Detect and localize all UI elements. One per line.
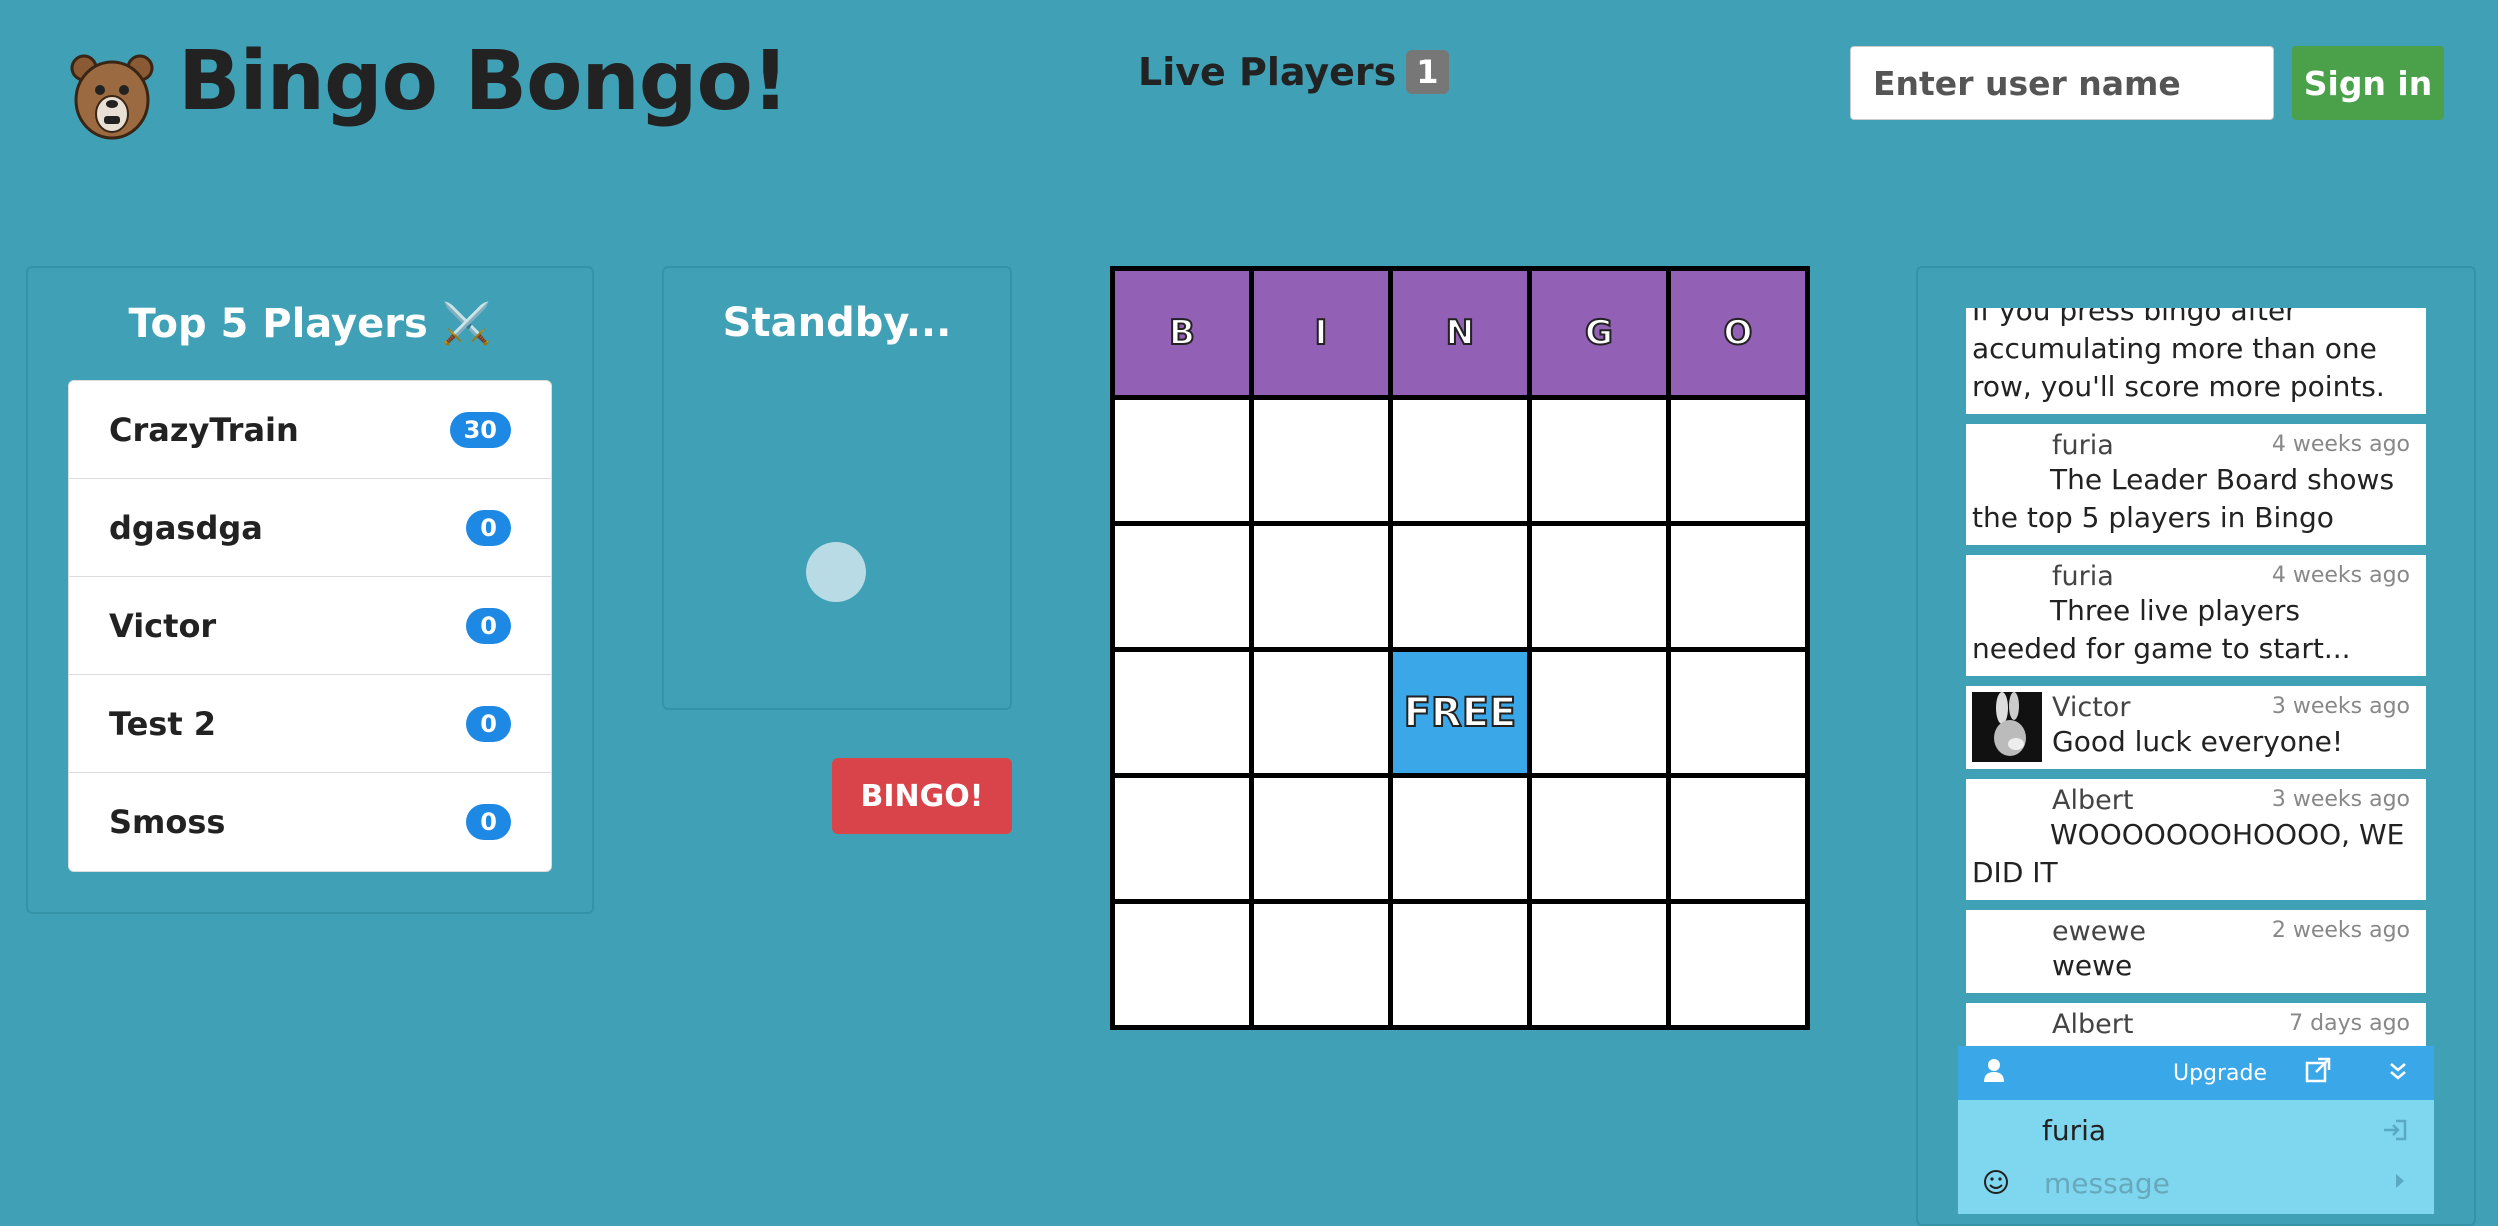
player-score-badge: 0 bbox=[466, 804, 511, 840]
upgrade-link[interactable]: Upgrade bbox=[2173, 1061, 2267, 1086]
player-name: Victor bbox=[109, 606, 217, 645]
chat-widget-header: Upgrade bbox=[1958, 1046, 2434, 1100]
chat-message: ewewe 2 weeks ago wewe bbox=[1966, 910, 2426, 993]
chat-message-text: The Leader Board shows the top 5 players… bbox=[1972, 463, 2395, 534]
brand-title: Bingo Bongo! bbox=[178, 34, 789, 129]
card-cell[interactable] bbox=[1115, 904, 1249, 1025]
username-input[interactable] bbox=[1850, 46, 2274, 120]
card-cell[interactable] bbox=[1115, 400, 1249, 521]
card-cell[interactable] bbox=[1671, 904, 1805, 1025]
bunny-avatar-icon bbox=[1972, 692, 2042, 762]
chat-message-time: 4 weeks ago bbox=[2271, 563, 2410, 588]
chat-message: Albert 7 days ago bbox=[1966, 1003, 2426, 1048]
external-link-icon[interactable] bbox=[2304, 1056, 2332, 1091]
chat-message-text: Three live players needed for game to st… bbox=[1972, 594, 2351, 665]
card-cell[interactable] bbox=[1532, 904, 1666, 1025]
chat-input-area: furia bbox=[1958, 1100, 2434, 1214]
card-free-cell: FREE bbox=[1393, 652, 1527, 773]
chat-message: furia 4 weeks ago The Leader Board shows… bbox=[1966, 424, 2426, 545]
standby-title: Standby... bbox=[722, 300, 952, 346]
leaderboard-list: CrazyTrain 30 dgasdga 0 Victor 0 Test 2 … bbox=[68, 380, 552, 872]
bingo-ball bbox=[806, 542, 866, 602]
chat-widget: Upgrade furia bbox=[1958, 1046, 2434, 1214]
card-header-b: B bbox=[1115, 271, 1249, 395]
live-players-count-badge: 1 bbox=[1406, 50, 1449, 94]
live-players-label: Live Players bbox=[1138, 50, 1397, 94]
leaderboard-row: CrazyTrain 30 bbox=[69, 381, 551, 479]
card-cell[interactable] bbox=[1532, 400, 1666, 521]
leaderboard-title: Top 5 Players ⚔️ bbox=[128, 301, 492, 347]
chat-message-time: 7 days ago bbox=[2289, 1011, 2410, 1036]
user-icon[interactable] bbox=[1982, 1057, 2006, 1090]
card-header-g: G bbox=[1532, 271, 1666, 395]
card-cell[interactable] bbox=[1671, 778, 1805, 899]
chat-message-time: 3 weeks ago bbox=[2271, 694, 2410, 719]
bingo-button[interactable]: BINGO! bbox=[832, 758, 1012, 834]
card-cell[interactable] bbox=[1532, 778, 1666, 899]
chevron-double-down-icon[interactable] bbox=[2388, 1058, 2408, 1088]
card-header-n: N bbox=[1393, 271, 1527, 395]
sign-in-button[interactable]: Sign in bbox=[2292, 46, 2444, 120]
player-score-badge: 0 bbox=[466, 509, 511, 546]
leaderboard-row: Test 2 0 bbox=[69, 675, 551, 773]
chat-message-text: Good luck everyone! bbox=[2052, 725, 2344, 758]
chat-message-input[interactable] bbox=[2042, 1166, 2346, 1201]
leaderboard-row: Smoss 0 bbox=[69, 773, 551, 871]
chat-message-text: wewe bbox=[2052, 949, 2133, 982]
card-cell[interactable] bbox=[1671, 400, 1805, 521]
chat-message: furia 4 weeks ago Three live players nee… bbox=[1966, 555, 2426, 676]
emoji-icon[interactable] bbox=[1982, 1168, 2010, 1200]
login-icon[interactable] bbox=[2382, 1118, 2408, 1146]
card-cell[interactable] bbox=[1115, 526, 1249, 647]
player-name: CrazyTrain bbox=[109, 410, 299, 449]
leaderboard-row: dgasdga 0 bbox=[69, 479, 551, 577]
bingo-card: B I N G O FREE bbox=[1110, 266, 1810, 1030]
card-cell[interactable] bbox=[1254, 778, 1388, 899]
avatar bbox=[1972, 692, 2042, 762]
player-score-badge: 30 bbox=[449, 411, 511, 448]
card-cell[interactable] bbox=[1393, 904, 1527, 1025]
player-score-badge: 0 bbox=[466, 705, 511, 742]
card-cell[interactable] bbox=[1254, 904, 1388, 1025]
chat-message-time: 3 weeks ago bbox=[2271, 787, 2410, 812]
leaderboard-row: Victor 0 bbox=[69, 577, 551, 675]
player-name: Smoss bbox=[109, 803, 226, 841]
card-header-o: O bbox=[1671, 271, 1805, 395]
card-cell[interactable] bbox=[1115, 652, 1249, 773]
chat-current-user: furia bbox=[2042, 1114, 2107, 1147]
card-header-i: I bbox=[1254, 271, 1388, 395]
live-players: Live Players 1 bbox=[1138, 50, 1449, 94]
card-cell[interactable] bbox=[1254, 526, 1388, 647]
card-cell[interactable] bbox=[1254, 400, 1388, 521]
card-cell[interactable] bbox=[1393, 778, 1527, 899]
player-score-badge: 0 bbox=[466, 607, 511, 644]
card-cell[interactable] bbox=[1254, 652, 1388, 773]
card-cell[interactable] bbox=[1671, 652, 1805, 773]
player-name: dgasdga bbox=[109, 508, 263, 547]
chat-message: If you press bingo after accumulating mo… bbox=[1966, 308, 2426, 414]
chat-message-text: If you press bingo after accumulating mo… bbox=[1972, 308, 2385, 403]
card-cell[interactable] bbox=[1532, 526, 1666, 647]
card-cell[interactable] bbox=[1115, 778, 1249, 899]
player-name: Test 2 bbox=[109, 704, 217, 743]
card-cell[interactable] bbox=[1393, 400, 1527, 521]
card-cell[interactable] bbox=[1393, 526, 1527, 647]
send-icon[interactable] bbox=[2394, 1172, 2406, 1194]
chat-message-time: 4 weeks ago bbox=[2271, 432, 2410, 457]
chat-message: Victor 3 weeks ago Good luck everyone! bbox=[1966, 686, 2426, 769]
chat-messages[interactable]: If you press bingo after accumulating mo… bbox=[1966, 308, 2426, 1048]
chat-message-time: 2 weeks ago bbox=[2271, 918, 2410, 943]
chat-message-text: WOOOOOOOHOOOO, WE DID IT bbox=[1972, 818, 2405, 889]
card-cell[interactable] bbox=[1532, 652, 1666, 773]
card-cell[interactable] bbox=[1671, 526, 1805, 647]
bear-logo-icon bbox=[70, 54, 154, 140]
chat-message: Albert 3 weeks ago WOOOOOOOHOOOO, WE DID… bbox=[1966, 779, 2426, 900]
